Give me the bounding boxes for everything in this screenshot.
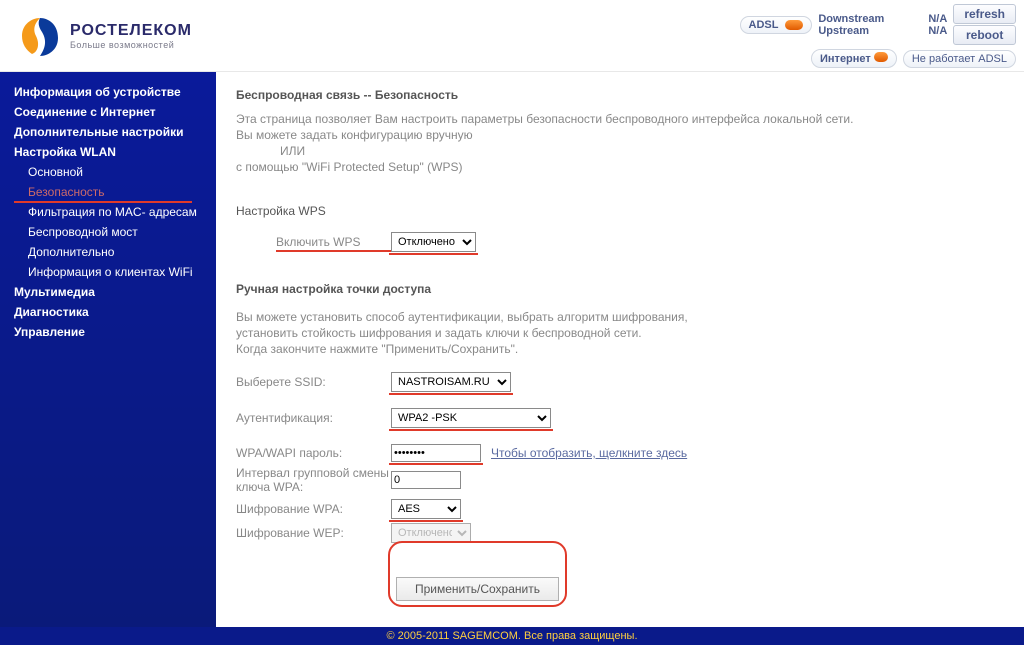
ssid-select[interactable]: NASTROISAM.RU [391,372,511,392]
refresh-button[interactable]: refresh [953,4,1016,24]
pass-label: WPA/WAPI пароль: [236,446,391,460]
manual-desc-1: Вы можете установить способ аутентификац… [236,310,1004,324]
footer: © 2005-2011 SAGEMCOM. Все права защищены… [0,627,1024,645]
desc-or: ИЛИ [236,144,1004,158]
nav-device-info[interactable]: Информация об устройстве [0,82,216,102]
adsl-led-icon [785,20,803,30]
wps-enable-label: Включить WPS [236,235,391,249]
upstream-label: Upstream [818,25,903,37]
wps-section-title: Настройка WPS [236,204,1004,218]
page-description: Эта страница позволяет Вам настроить пар… [236,112,1004,174]
nav-multimedia[interactable]: Мультимедиа [0,282,216,302]
rekey-label: Интервал групповой смены ключа WPA: [236,466,391,495]
stream-readout: Downstream N/A Upstream N/A [818,13,947,37]
pass-reveal-link[interactable]: Чтобы отобразить, щелкните здесь [491,446,687,460]
internet-status: Не работает ADSL [903,50,1016,68]
wps-enable-select[interactable]: Отключено [391,232,476,252]
internet-led-icon [874,52,888,62]
brand-tagline: Больше возможностей [70,40,192,50]
desc-line-2: Вы можете задать конфигурацию вручную [236,128,1004,142]
nav-wlan-mac[interactable]: Фильтрация по MAC- адресам [0,202,216,222]
desc-line-3: с помощью "WiFi Protected Setup" (WPS) [236,160,1004,174]
manual-desc-3: Когда закончите нажмите "Применить/Сохра… [236,342,1004,356]
manual-desc-2: установить стойкость шифрования и задать… [236,326,1004,340]
internet-badge: Интернет [811,49,897,68]
nav-internet-conn[interactable]: Соединение с Интернет [0,102,216,122]
nav-advanced[interactable]: Дополнительные настройки [0,122,216,142]
nav-wlan-bridge[interactable]: Беспроводной мост [0,222,216,242]
nav-wlan-extra[interactable]: Дополнительно [0,242,216,262]
brand-name: РОСТЕЛЕКОМ [70,22,192,40]
internet-label: Интернет [820,53,871,65]
wps-enable-label-text: Включить WPS [276,235,361,249]
adsl-label: ADSL [749,19,779,31]
apply-save-button[interactable]: Применить/Сохранить [396,577,559,601]
auth-select[interactable]: WPA2 -PSK [391,408,551,428]
downstream-label: Downstream [818,13,903,25]
desc-line-1: Эта страница позволяет Вам настроить пар… [236,112,1004,126]
wpa-enc-select[interactable]: AES [391,499,461,519]
sidebar: Информация об устройстве Соединение с Ин… [0,72,216,627]
manual-description: Вы можете установить способ аутентификац… [236,310,1004,356]
nav-diag[interactable]: Диагностика [0,302,216,322]
adsl-badge: ADSL [740,16,813,34]
rostelecom-icon [18,14,62,58]
nav-wlan-clients[interactable]: Информация о клиентах WiFi [0,262,216,282]
reboot-button[interactable]: reboot [953,25,1016,45]
downstream-value: N/A [917,13,947,25]
nav-wlan-security[interactable]: Безопасность [0,182,216,202]
content-panel: Беспроводная связь -- Безопасность Эта с… [216,72,1024,627]
status-panel: ADSL Downstream N/A Upstream N/A refresh r… [740,4,1017,68]
nav-wlan-basic[interactable]: Основной [0,162,216,182]
manual-section-title: Ручная настройка точки доступа [236,282,1004,296]
pass-input[interactable] [391,444,481,462]
header: РОСТЕЛЕКОМ Больше возможностей ADSL Down… [0,0,1024,72]
rekey-input[interactable] [391,471,461,489]
upstream-value: N/A [917,25,947,37]
wep-enc-select[interactable]: Отключено [391,523,471,543]
auth-label: Аутентификация: [236,411,391,425]
nav-wlan[interactable]: Настройка WLAN [0,142,216,162]
ssid-label: Выберете SSID: [236,375,391,389]
brand-logo: РОСТЕЛЕКОМ Больше возможностей [18,14,192,58]
wpa-enc-label: Шифрование WPA: [236,502,391,516]
wps-enable-row: Включить WPS Отключено [236,232,1004,252]
page-title: Беспроводная связь -- Безопасность [236,88,1004,102]
wep-enc-label: Шифрование WEP: [236,526,391,540]
nav-manage[interactable]: Управление [0,322,216,342]
